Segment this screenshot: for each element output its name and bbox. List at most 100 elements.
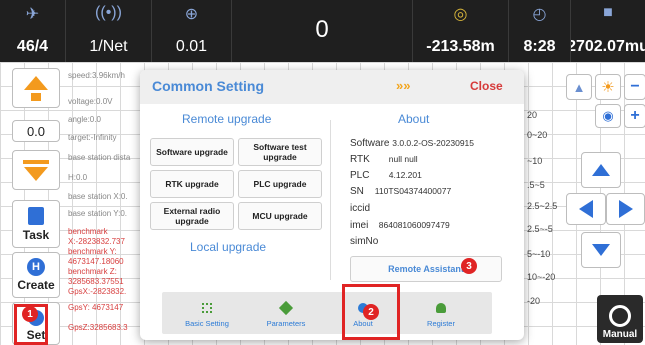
precision-cell: ⊕ 0.01 xyxy=(152,0,232,62)
simno-key: simNo xyxy=(350,236,379,247)
info-h: H:0.0 xyxy=(68,173,88,182)
info-gps-x: GpsX:-2823832. xyxy=(68,287,127,296)
close-button[interactable]: Close xyxy=(470,79,503,93)
tab-basic-setting[interactable]: Basic Setting xyxy=(172,292,242,334)
scale-value: 5~-10 xyxy=(527,249,551,259)
scale-value: 10~-20 xyxy=(527,272,556,282)
rtk-key: RTK xyxy=(350,154,370,165)
network-status: 1/Net xyxy=(89,38,128,55)
info-gps-z: GpsZ:3285683.3 xyxy=(68,323,128,332)
rtk-value: null null xyxy=(388,154,418,164)
scale-value: 0~20 xyxy=(527,130,548,140)
plc-key: PLC xyxy=(350,170,370,181)
setting-tab-bar: Basic Setting Parameters About Register xyxy=(162,292,492,334)
about-software: Software 3.0.0.2-OS-20230915 xyxy=(350,138,474,149)
elevation-cell: ◎ -213.58m xyxy=(413,0,509,62)
manual-label: Manual xyxy=(602,329,638,340)
tab-parameters[interactable]: Parameters xyxy=(250,292,322,334)
status-bar: ✈ 46/4 ((•)) 1/Net ⊕ 0.01 0 ◎ -213.58m ◴… xyxy=(0,0,645,62)
info-base-x: base station X:0. xyxy=(68,192,128,201)
layer-icon: ▲ xyxy=(572,79,586,95)
scale-value: -20 xyxy=(527,296,541,306)
step-value-box[interactable]: 0.0 xyxy=(12,120,60,142)
time-cell: ◴ 8:28 xyxy=(509,0,571,62)
create-button[interactable]: H Create xyxy=(12,252,60,298)
step-badge-3: 3 xyxy=(461,258,477,274)
plc-upgrade-button[interactable]: PLC upgrade xyxy=(238,170,322,198)
software-upgrade-button[interactable]: Software upgrade xyxy=(150,138,234,166)
parameters-icon xyxy=(278,300,294,316)
software-version: 3.0.0.2-OS-20230915 xyxy=(392,138,475,148)
clock-icon: ◴ xyxy=(532,6,547,23)
info-gps-y: GpsY: 4673147 xyxy=(68,303,124,312)
about-title: About xyxy=(398,112,430,126)
scale-value: ~10 xyxy=(527,156,543,166)
about-sn: SN 110TS04374400077 xyxy=(350,186,451,197)
manual-button[interactable]: Manual xyxy=(597,295,643,343)
info-voltage: voltage:0.0V xyxy=(68,97,113,106)
about-imei: imei 864081060097479 xyxy=(350,220,450,231)
antenna-icon: ((•)) xyxy=(95,4,122,21)
raise-button[interactable] xyxy=(12,68,60,108)
locate-button[interactable]: ◉ xyxy=(595,104,621,128)
imei-value: 864081060097479 xyxy=(378,220,450,230)
chevrons-icon[interactable]: »» xyxy=(396,78,410,93)
external-radio-upgrade-button[interactable]: External radio upgrade xyxy=(150,202,234,230)
tab-parameters-label: Parameters xyxy=(266,319,306,328)
about-simno: simNo xyxy=(350,236,378,247)
plus-icon: + xyxy=(630,107,640,124)
scale-value: .5~5 xyxy=(527,180,545,190)
time-value: 8:28 xyxy=(523,38,556,55)
move-up-button[interactable] xyxy=(581,152,621,188)
step-badge-1: 1 xyxy=(22,306,38,322)
tab-basic-setting-label: Basic Setting xyxy=(185,319,229,328)
sn-value: 110TS04374400077 xyxy=(374,186,452,196)
user-icon xyxy=(436,303,446,313)
scale-value: 2.5~-5 xyxy=(527,224,553,234)
lower-button[interactable] xyxy=(12,150,60,190)
about-plc: PLC 4.12.201 xyxy=(350,170,422,181)
zoom-in-button[interactable]: + xyxy=(624,104,645,128)
iccid-key: iccid xyxy=(350,203,371,214)
square-icon: ■ xyxy=(603,4,613,21)
satellite-cell: ✈ 46/4 xyxy=(0,0,66,62)
arrow-down-icon xyxy=(592,244,610,256)
elevation-value: -213.58m xyxy=(426,38,495,55)
about-iccid: iccid xyxy=(350,203,370,214)
move-right-button[interactable] xyxy=(606,193,645,225)
section-divider xyxy=(330,120,331,280)
info-target: target:-Infinity xyxy=(68,133,117,142)
location-icon: ◎ xyxy=(453,6,468,23)
step-badge-2: 2 xyxy=(363,304,379,320)
layer-button[interactable]: ▲ xyxy=(566,74,592,100)
task-button[interactable]: Task xyxy=(12,200,60,248)
software-key: Software xyxy=(350,138,390,149)
distance-value: 2702.07mu xyxy=(571,38,645,55)
move-down-button[interactable] xyxy=(581,232,621,268)
sun-icon: ☀ xyxy=(601,79,615,96)
zoom-out-button[interactable]: − xyxy=(624,74,645,100)
remote-assistant-button[interactable]: Remote Assistant xyxy=(350,256,502,282)
mcu-upgrade-button[interactable]: MCU upgrade xyxy=(238,202,322,230)
target-icon: ⊕ xyxy=(184,6,199,23)
arrow-up-icon xyxy=(24,75,48,90)
distance-cell: ■ 2702.07mu xyxy=(571,0,645,62)
plc-value: 4.12.201 xyxy=(388,170,422,180)
brightness-button[interactable]: ☀ xyxy=(595,74,621,100)
move-left-button[interactable] xyxy=(566,193,606,225)
arrow-right-icon xyxy=(618,200,633,218)
dialog-header: Common Setting »» Close xyxy=(140,70,524,104)
arrow-down-icon xyxy=(24,166,48,181)
info-base-y: base station Y:0. xyxy=(68,209,128,218)
arrow-left-icon xyxy=(579,200,593,218)
local-upgrade-title[interactable]: Local upgrade xyxy=(190,240,266,254)
info-angle: angle:0.0 xyxy=(68,115,101,124)
tab-register[interactable]: Register xyxy=(402,292,480,334)
steering-wheel-icon xyxy=(609,305,631,327)
scale-value: 20 xyxy=(527,110,538,120)
rtk-upgrade-button[interactable]: RTK upgrade xyxy=(150,170,234,198)
grid-icon xyxy=(202,303,212,313)
software-test-upgrade-button[interactable]: Software test upgrade xyxy=(238,138,322,166)
step-value: 0.0 xyxy=(26,123,46,139)
sn-key: SN xyxy=(350,186,364,197)
